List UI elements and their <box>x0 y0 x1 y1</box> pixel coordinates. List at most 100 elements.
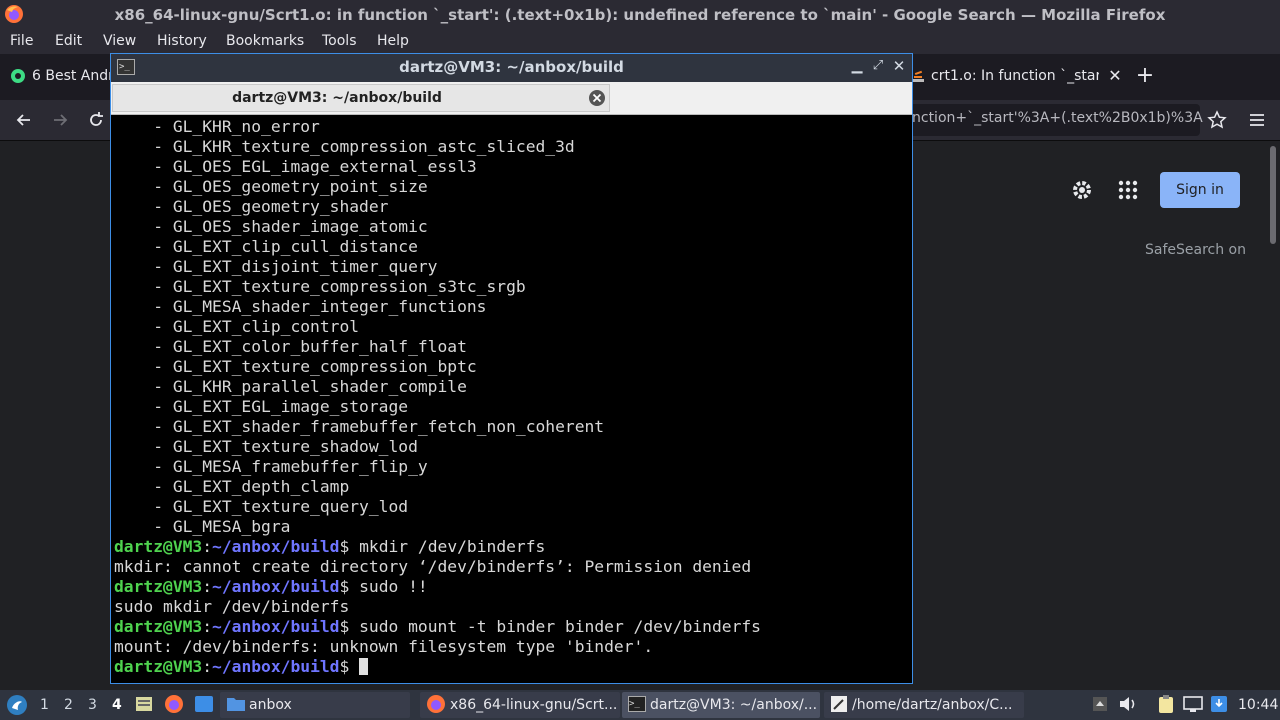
star-icon[interactable] <box>1207 110 1227 130</box>
terminal-titlebar[interactable]: >_ ▁ ⤢ ✕ <box>111 54 912 82</box>
prompt-user: dartz@VM3 <box>114 617 203 636</box>
grid-icon[interactable] <box>1117 179 1139 201</box>
sign-in-button[interactable]: Sign in <box>1160 172 1240 208</box>
terminal-output-line: - GL_EXT_texture_compression_s3tc_srgb <box>114 277 526 296</box>
terminal-output-line: sudo mkdir /dev/binderfs <box>114 597 350 616</box>
updates-icon[interactable] <box>1210 694 1228 714</box>
prompt-path: ~/anbox/build <box>212 657 340 676</box>
clock[interactable]: 10:44 <box>1238 690 1278 720</box>
maximize-icon[interactable]: ⤢ <box>870 58 886 76</box>
prompt-separator: : <box>202 617 213 636</box>
menu-history[interactable]: History <box>157 30 207 54</box>
prompt-user: dartz@VM3 <box>114 537 203 556</box>
file-manager-launcher-icon[interactable] <box>135 695 153 713</box>
terminal-output-line: mkdir: cannot create directory ‘/dev/bin… <box>114 557 752 576</box>
prompt-separator: : <box>202 577 213 596</box>
hamburger-icon[interactable] <box>1247 110 1267 130</box>
terminal-output-line: - GL_EXT_texture_compression_bptc <box>114 357 477 376</box>
safesearch-label[interactable]: SafeSearch on <box>1145 242 1246 258</box>
terminal-output-line: - GL_KHR_parallel_shader_compile <box>114 377 467 396</box>
terminal-output[interactable]: - GL_KHR_no_error - GL_KHR_texture_compr… <box>114 117 910 680</box>
task-terminal-label: dartz@VM3: ~/anbox/... <box>650 697 818 713</box>
tray-up-icon[interactable] <box>1092 696 1108 712</box>
terminal-task-icon: >_ <box>628 696 646 712</box>
prompt-separator: : <box>202 657 213 676</box>
page-scrollbar[interactable] <box>1270 146 1276 244</box>
workspace-3[interactable]: 3 <box>88 690 97 720</box>
terminal-output-line: - GL_EXT_clip_cull_distance <box>114 237 418 256</box>
terminal-tab-label[interactable]: dartz@VM3: ~/anbox/build <box>112 84 562 112</box>
firefox-menubar: File Edit View History Bookmarks Tools H… <box>0 30 1280 54</box>
tab-crt1-in-function[interactable]: crt1.o: In function `_start <box>931 68 1099 84</box>
workspace-4[interactable]: 4 <box>112 690 122 720</box>
prompt-separator: : <box>202 537 213 556</box>
close-window-icon[interactable]: ✕ <box>891 57 907 75</box>
terminal-output-line: - GL_OES_shader_image_atomic <box>114 217 428 236</box>
terminal-output-line: - GL_EXT_depth_clamp <box>114 477 350 496</box>
url-text[interactable]: nction+`_start'%3A+(.text%2B0x1b)%3A <box>912 110 1203 126</box>
text-editor-task-icon <box>830 695 848 713</box>
folder-icon <box>226 695 246 713</box>
menu-help[interactable]: Help <box>377 30 409 54</box>
close-circle-icon[interactable] <box>588 89 606 107</box>
menu-bookmarks[interactable]: Bookmarks <box>226 30 304 54</box>
task-anbox-label: anbox <box>249 697 292 713</box>
terminal-prompt-line: dartz@VM3:~/anbox/build$ mkdir /dev/bind… <box>114 537 910 557</box>
terminal-output-line: - GL_MESA_framebuffer_flip_y <box>114 457 428 476</box>
workspace-2[interactable]: 2 <box>64 690 73 720</box>
terminal-output-line: - GL_EXT_disjoint_timer_query <box>114 257 438 276</box>
terminal-output-line: - GL_MESA_bgra <box>114 517 291 536</box>
menu-file[interactable]: File <box>10 30 33 54</box>
terminal-output-line: - GL_MESA_shader_integer_functions <box>114 297 487 316</box>
prompt-path: ~/anbox/build <box>212 537 340 556</box>
task-editor-label: /home/dartz/anbox/C... <box>852 697 1013 713</box>
prompt-dollar: $ <box>339 577 360 596</box>
prompt-dollar: $ <box>339 617 360 636</box>
terminal-output-line: - GL_OES_geometry_shader <box>114 197 389 216</box>
terminal-output-line: - GL_EXT_texture_query_lod <box>114 497 409 516</box>
prompt-user: dartz@VM3 <box>114 657 203 676</box>
prompt-command: sudo !! <box>359 577 428 596</box>
minimize-icon[interactable]: ▁ <box>849 58 865 76</box>
firefox-window-title: x86_64-linux-gnu/Scrt1.o: in function `_… <box>114 6 1166 24</box>
menu-edit[interactable]: Edit <box>55 30 82 54</box>
app-menu-icon[interactable] <box>6 694 28 716</box>
prompt-dollar: $ <box>339 537 360 556</box>
terminal-output-line: - GL_EXT_clip_control <box>114 317 360 336</box>
clipboard-icon[interactable] <box>1156 694 1176 714</box>
arrow-left-icon[interactable] <box>14 110 34 130</box>
menu-tools[interactable]: Tools <box>322 30 357 54</box>
arrow-right-icon[interactable] <box>50 110 70 130</box>
prompt-path: ~/anbox/build <box>212 577 340 596</box>
prompt-command: mkdir /dev/binderfs <box>359 537 546 556</box>
prompt-path: ~/anbox/build <box>212 617 340 636</box>
firefox-launcher-icon[interactable] <box>164 694 184 714</box>
terminal-prompt-line: dartz@VM3:~/anbox/build$ sudo mount -t b… <box>114 617 910 637</box>
terminal-output-line: - GL_OES_EGL_image_external_essl3 <box>114 157 477 176</box>
prompt-user: dartz@VM3 <box>114 577 203 596</box>
reload-icon[interactable] <box>86 110 106 130</box>
prompt-command: sudo mount -t binder binder /dev/binderf… <box>359 617 761 636</box>
terminal-output-line: - GL_KHR_texture_compression_astc_sliced… <box>114 137 575 156</box>
menu-view[interactable]: View <box>103 30 136 54</box>
terminal-output-line: - GL_OES_geometry_point_size <box>114 177 428 196</box>
terminal-cursor[interactable] <box>359 658 369 675</box>
terminal-output-line: - GL_EXT_color_buffer_half_float <box>114 337 467 356</box>
workspace-1[interactable]: 1 <box>40 690 49 720</box>
tab-6-best-android[interactable]: 6 Best Andr <box>32 68 114 84</box>
terminal-output-line: mount: /dev/binderfs: unknown filesystem… <box>114 637 654 656</box>
terminal-prompt-line: dartz@VM3:~/anbox/build$ <box>114 657 910 677</box>
firefox-task-icon <box>426 694 446 714</box>
close-tab-icon[interactable]: ✕ <box>1105 66 1125 86</box>
terminal-output-line: - GL_EXT_shader_framebuffer_fetch_non_co… <box>114 417 605 436</box>
gear-icon[interactable] <box>1070 178 1094 202</box>
gear-favicon-icon <box>10 68 26 84</box>
prompt-dollar: $ <box>339 657 360 676</box>
plus-icon[interactable]: + <box>1135 64 1155 88</box>
terminal-prompt-line: dartz@VM3:~/anbox/build$ sudo !! <box>114 577 910 597</box>
network-icon[interactable] <box>1182 695 1204 713</box>
terminal-output-line: - GL_EXT_EGL_image_storage <box>114 397 409 416</box>
terminal-output-line: - GL_EXT_texture_shadow_lod <box>114 437 418 456</box>
desktop-launcher-icon[interactable] <box>194 695 214 713</box>
volume-icon[interactable] <box>1118 695 1138 713</box>
